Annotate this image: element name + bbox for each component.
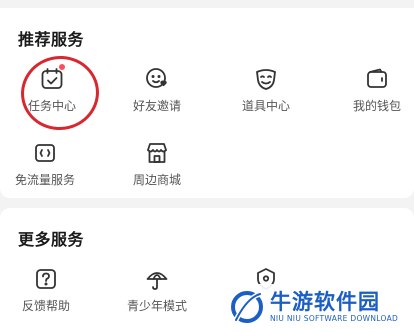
props-center-label: 道具中心 (241, 99, 290, 113)
wallet-icon (364, 66, 390, 92)
merch-store-label: 周边商城 (132, 173, 181, 187)
friend-invite-item[interactable]: 好友邀请 (112, 66, 202, 116)
notification-badge (59, 64, 65, 70)
data-free-service-label: 免流量服务 (14, 173, 75, 187)
teen-mode-label: 青少年模式 (126, 299, 187, 313)
props-center-item[interactable]: 道具中心 (221, 66, 311, 116)
watermark-title: 牛游软件园 (270, 290, 380, 314)
merch-store-item[interactable]: 周边商城 (112, 140, 202, 190)
recommended-services-card: 推荐服务 任务中心 好友邀请 道具中心 我的钱包 免流量服务 周边商城 (0, 8, 414, 198)
watermark: 牛游软件园 NIU NIU SOFTWARE DOWNLOAD (222, 284, 414, 332)
feedback-help-label: 反馈帮助 (21, 299, 70, 313)
shop-icon (144, 140, 170, 166)
task-center-item[interactable]: 任务中心 (7, 64, 97, 116)
feedback-icon (33, 266, 59, 292)
recommended-section-title: 推荐服务 (18, 30, 85, 49)
feedback-help-item[interactable]: 反馈帮助 (1, 266, 91, 316)
watermark-subtitle: NIU NIU SOFTWARE DOWNLOAD (270, 314, 399, 323)
friend-invite-label: 好友邀请 (132, 99, 181, 113)
friend-invite-icon (144, 66, 170, 92)
my-wallet-item[interactable]: 我的钱包 (332, 66, 414, 116)
task-center-label: 任务中心 (27, 99, 76, 113)
data-free-service-item[interactable]: 免流量服务 (0, 140, 90, 190)
mask-icon (253, 66, 279, 92)
teen-mode-item[interactable]: 青少年模式 (112, 266, 202, 316)
umbrella-icon (144, 266, 170, 292)
my-wallet-label: 我的钱包 (352, 99, 401, 113)
more-section-title: 更多服务 (18, 230, 85, 249)
data-free-icon (32, 140, 58, 166)
watermark-logo-icon (230, 290, 264, 324)
task-calendar-icon (39, 64, 65, 92)
